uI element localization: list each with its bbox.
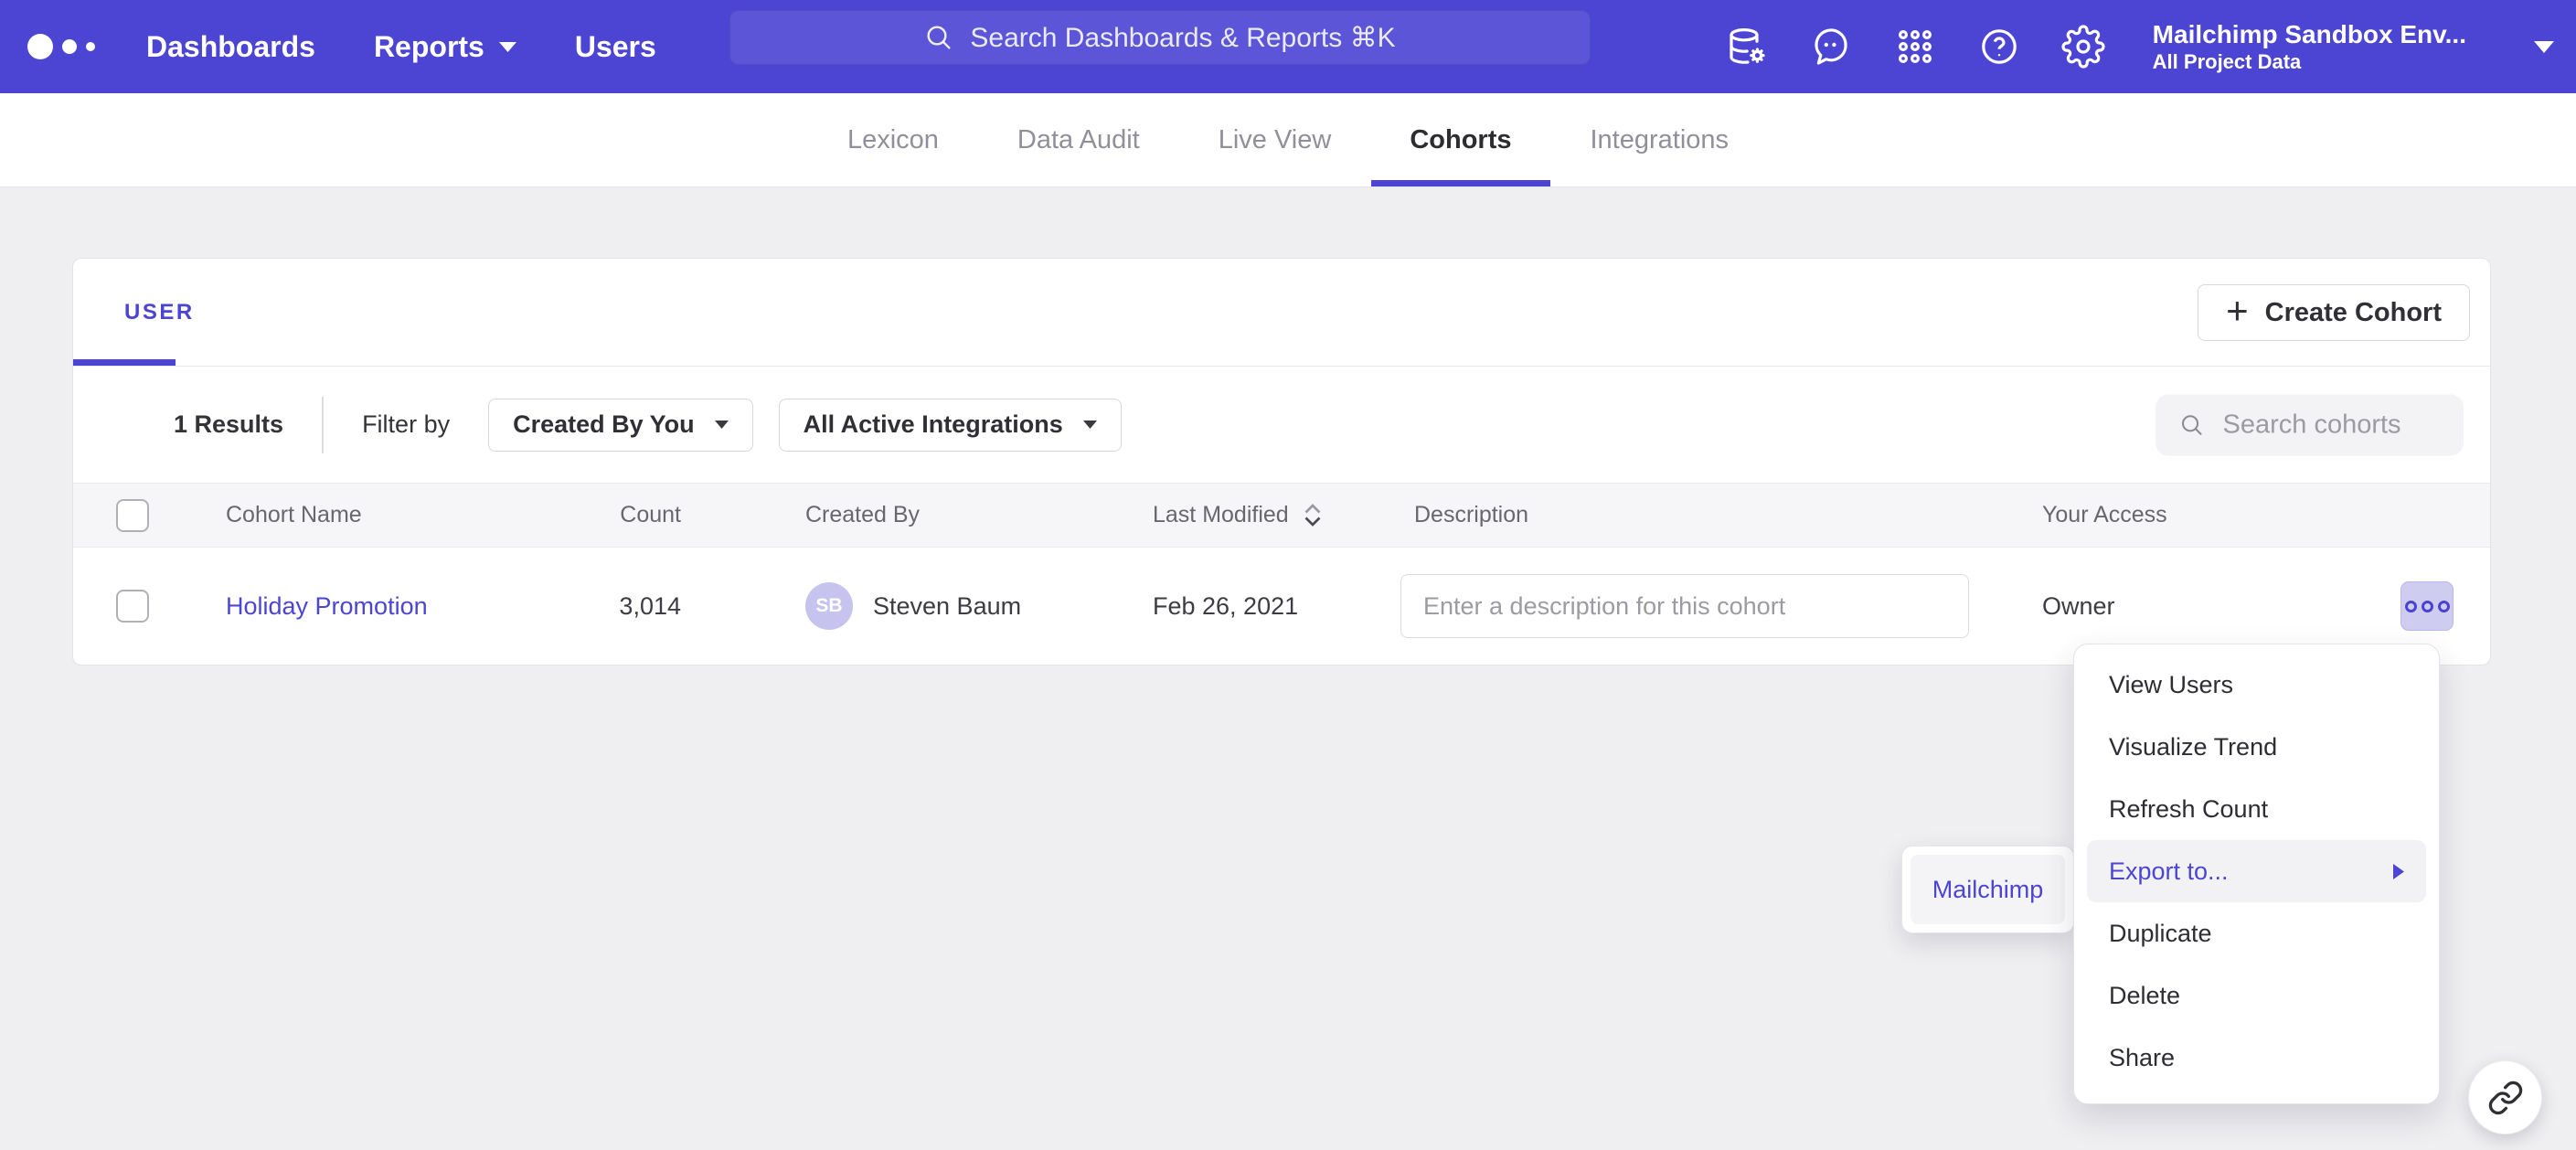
created-by-filter-dropdown[interactable]: Created By You bbox=[488, 399, 753, 452]
description-cell bbox=[1400, 574, 2042, 638]
nav-users[interactable]: Users bbox=[575, 30, 656, 64]
tab-integrations[interactable]: Integrations bbox=[1587, 93, 1733, 186]
access-cell: Owner bbox=[2042, 592, 2335, 621]
nav-reports[interactable]: Reports bbox=[374, 30, 516, 64]
last-modified-cell: Feb 26, 2021 bbox=[1153, 592, 1400, 621]
cohort-count: 3,014 bbox=[619, 592, 805, 621]
dot bbox=[2405, 601, 2417, 612]
search-cohorts-input[interactable] bbox=[2223, 410, 2441, 440]
nav-dashboards[interactable]: Dashboards bbox=[146, 30, 315, 64]
search-cohorts-field[interactable] bbox=[2156, 394, 2464, 455]
actions-cell bbox=[2400, 581, 2454, 631]
menu-item-export-to[interactable]: Export to... bbox=[2087, 840, 2426, 902]
link-icon bbox=[2487, 1080, 2524, 1116]
divider bbox=[322, 397, 324, 453]
column-header-your-access: Your Access bbox=[2042, 502, 2335, 528]
project-scope: All Project Data bbox=[2153, 50, 2466, 74]
context-menu: View Users Visualize Trend Refresh Count… bbox=[2073, 644, 2440, 1104]
submenu-arrow-icon bbox=[2393, 864, 2404, 879]
caret-down-icon bbox=[1083, 421, 1097, 429]
tab-cohorts[interactable]: Cohorts bbox=[1406, 93, 1515, 186]
column-header-created-by: Created By bbox=[805, 502, 1153, 528]
apps-grid-icon[interactable] bbox=[1893, 25, 1937, 69]
menu-item-refresh-count[interactable]: Refresh Count bbox=[2074, 778, 2439, 840]
menu-item-duplicate[interactable]: Duplicate bbox=[2074, 902, 2439, 964]
created-by-cell: SB Steven Baum bbox=[805, 582, 1153, 630]
nav-reports-label: Reports bbox=[374, 30, 484, 64]
settings-icon[interactable] bbox=[2061, 25, 2105, 69]
panel-header: USER + Create Cohort bbox=[73, 259, 2490, 367]
global-search-placeholder: Search Dashboards & Reports ⌘K bbox=[970, 22, 1395, 54]
chevron-down-icon bbox=[499, 42, 516, 52]
search-icon bbox=[2179, 410, 2205, 440]
avatar: SB bbox=[805, 582, 853, 630]
tab-data-audit[interactable]: Data Audit bbox=[1014, 93, 1144, 186]
tab-lexicon[interactable]: Lexicon bbox=[844, 93, 942, 186]
feedback-icon[interactable] bbox=[1809, 25, 1853, 69]
data-management-icon[interactable] bbox=[1725, 25, 1769, 69]
export-submenu: Mailchimp bbox=[1901, 846, 2074, 933]
chevron-down-icon[interactable] bbox=[2534, 41, 2554, 53]
primary-nav: Dashboards Reports Users bbox=[146, 30, 656, 64]
integrations-filter-dropdown[interactable]: All Active Integrations bbox=[779, 399, 1122, 452]
row-checkbox[interactable] bbox=[116, 590, 149, 623]
menu-item-delete[interactable]: Delete bbox=[2074, 964, 2439, 1027]
filter-bar: 1 Results Filter by Created By You All A… bbox=[73, 367, 2490, 483]
nav-utilities: Mailchimp Sandbox Env... All Project Dat… bbox=[1725, 0, 2554, 93]
global-search-input[interactable]: Search Dashboards & Reports ⌘K bbox=[729, 10, 1591, 65]
top-nav: Dashboards Reports Users Search Dashboar… bbox=[0, 0, 2576, 93]
copy-link-button[interactable] bbox=[2468, 1060, 2542, 1134]
last-modified-label: Last Modified bbox=[1153, 502, 1289, 528]
select-all-checkbox[interactable] bbox=[116, 499, 149, 532]
mixpanel-logo[interactable] bbox=[27, 34, 95, 59]
logo-dot bbox=[27, 34, 53, 59]
tab-live-view[interactable]: Live View bbox=[1215, 93, 1336, 186]
description-input[interactable] bbox=[1400, 574, 1969, 638]
logo-dot bbox=[86, 42, 95, 51]
column-header-count: Count bbox=[620, 502, 805, 528]
column-header-last-modified[interactable]: Last Modified bbox=[1153, 501, 1400, 529]
project-switcher[interactable]: Mailchimp Sandbox Env... All Project Dat… bbox=[2153, 19, 2466, 74]
filter-by-label: Filter by bbox=[362, 410, 450, 439]
plus-icon: + bbox=[2226, 292, 2249, 330]
export-to-label: Export to... bbox=[2109, 857, 2229, 886]
create-cohort-button[interactable]: + Create Cohort bbox=[2198, 284, 2470, 341]
column-header-cohort-name: Cohort Name bbox=[226, 502, 548, 528]
menu-item-visualize-trend[interactable]: Visualize Trend bbox=[2074, 716, 2439, 778]
integrations-filter-label: All Active Integrations bbox=[804, 410, 1063, 439]
created-by-name: Steven Baum bbox=[873, 592, 1021, 621]
search-icon bbox=[924, 23, 953, 52]
menu-item-mailchimp[interactable]: Mailchimp bbox=[1911, 855, 2065, 924]
help-icon[interactable] bbox=[1977, 25, 2021, 69]
dot bbox=[2438, 601, 2450, 612]
logo-dot bbox=[62, 39, 77, 54]
create-cohort-label: Create Cohort bbox=[2265, 298, 2442, 328]
created-by-filter-label: Created By You bbox=[513, 410, 695, 439]
column-header-description: Description bbox=[1400, 502, 2042, 528]
table-header: Cohort Name Count Created By Last Modifi… bbox=[73, 483, 2490, 548]
menu-item-share[interactable]: Share bbox=[2074, 1027, 2439, 1089]
section-tabs: Lexicon Data Audit Live View Cohorts Int… bbox=[0, 93, 2576, 187]
more-actions-button[interactable] bbox=[2400, 581, 2454, 631]
tab-user[interactable]: USER bbox=[73, 259, 247, 366]
cohorts-panel: USER + Create Cohort 1 Results Filter by… bbox=[72, 258, 2491, 666]
project-name: Mailchimp Sandbox Env... bbox=[2153, 19, 2466, 50]
caret-down-icon bbox=[715, 421, 729, 429]
cohort-name-link[interactable]: Holiday Promotion bbox=[226, 592, 548, 621]
sort-icon bbox=[1302, 501, 1324, 529]
dot bbox=[2422, 601, 2433, 612]
results-count: 1 Results bbox=[174, 410, 283, 439]
tab-user-label: USER bbox=[124, 300, 195, 325]
menu-item-view-users[interactable]: View Users bbox=[2074, 654, 2439, 716]
